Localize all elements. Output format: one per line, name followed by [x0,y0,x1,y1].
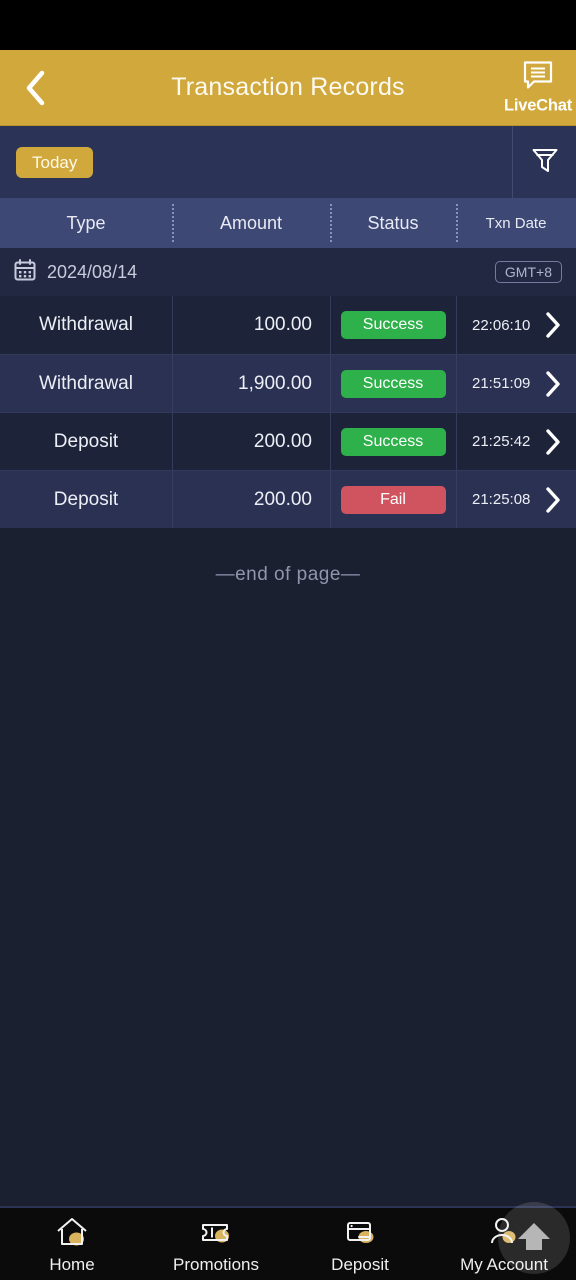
nav-label-promotions: Promotions [173,1254,259,1274]
home-icon [55,1216,89,1253]
cell-status: Success [330,296,456,354]
date-group-header: 2024/08/14 GMT+8 [0,248,576,296]
cell-txn-date: 22:06:10 [456,296,576,354]
cell-type: Withdrawal [39,314,133,335]
txn-time: 21:25:08 [472,491,531,508]
ticket-coin-icon [199,1216,233,1253]
cell-status: Fail [330,471,456,528]
table-row[interactable]: Withdrawal 100.00 Success 22:06:10 [0,296,576,354]
chevron-right-icon[interactable] [544,486,562,514]
bottom-navigation: Home Promotions Deposit My Account [0,1206,576,1280]
chevron-right-icon[interactable] [544,311,562,339]
txn-time: 22:06:10 [472,316,531,334]
table-row[interactable]: Withdrawal 1,900.00 Success 21:51:09 [0,354,576,412]
chevron-right-icon[interactable] [544,370,562,398]
cell-type: Deposit [53,430,119,452]
cell-amount: 1,900.00 [238,372,312,394]
txn-time: 21:25:42 [472,433,531,450]
table-row[interactable]: Deposit 200.00 Success 21:25:42 [0,412,576,470]
card-coin-icon [343,1216,377,1253]
cell-amount: 200.00 [253,430,312,452]
column-header-amount: Amount [219,212,283,233]
livechat-label: LiveChat [503,96,573,114]
cell-type: Deposit [53,488,119,510]
filter-bar: Today [0,126,576,198]
app-screen: Transaction Records LiveChat Today Type … [0,0,576,1280]
nav-item-promotions[interactable]: Promotions [144,1216,288,1273]
arrow-up-icon [512,1214,556,1263]
cell-txn-date: 21:51:09 [456,355,576,412]
status-bar [0,0,576,50]
nav-label-home: Home [49,1254,95,1274]
calendar-icon [14,258,36,286]
status-badge: Success [340,427,446,456]
app-bar: Transaction Records LiveChat [0,50,576,126]
column-header-status: Status [367,212,419,233]
cell-amount: 200.00 [253,488,312,510]
cell-status: Success [330,413,456,470]
txn-time: 21:51:09 [472,375,531,392]
status-badge: Fail [340,485,446,514]
quick-filter-chips: Today [0,146,94,178]
transaction-list: Withdrawal 100.00 Success 22:06:10 Withdrawa… [0,296,576,528]
nav-item-home[interactable]: Home [0,1216,144,1273]
nav-label-deposit: Deposit [331,1254,389,1274]
cell-type: Withdrawal [39,372,133,394]
chevron-right-icon[interactable] [544,428,562,456]
timezone-badge: GMT+8 [494,261,562,283]
filter-chip-today[interactable]: Today [16,146,94,178]
scroll-to-top-button[interactable] [498,1202,570,1274]
table-column-headers: Type Amount Status Txn Date [0,198,576,248]
column-header-txn-date: Txn Date [485,214,547,232]
column-header-type: Type [66,212,106,233]
nav-item-deposit[interactable]: Deposit [288,1216,432,1273]
cell-txn-date: 21:25:08 [456,471,576,528]
cell-amount: 100.00 [253,314,312,335]
status-badge: Success [340,369,446,398]
group-date-label: 2024/08/14 [47,261,138,282]
status-badge: Success [340,311,446,339]
funnel-icon [530,145,560,180]
filter-button[interactable] [512,126,576,198]
chevron-left-icon [23,69,47,107]
cell-status: Success [330,355,456,412]
page-title: Transaction Records [171,73,405,101]
cell-txn-date: 21:25:42 [456,413,576,470]
end-of-page-label: —end of page— [215,564,361,585]
table-row[interactable]: Deposit 200.00 Fail 21:25:08 [0,470,576,528]
chat-bubble-icon [522,60,554,95]
back-button[interactable] [0,50,70,126]
livechat-button[interactable]: LiveChat [492,60,576,115]
